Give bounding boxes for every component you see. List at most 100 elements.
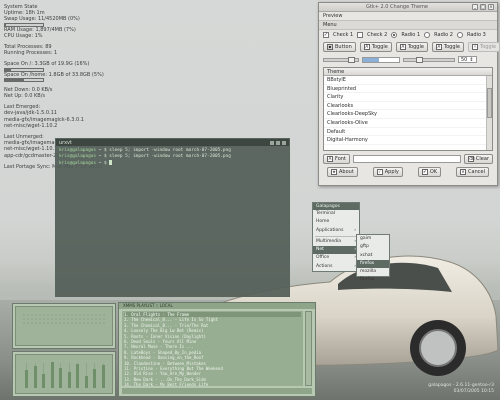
menu-bar-item[interactable]: Menu	[319, 20, 497, 30]
eq-slider[interactable]	[42, 374, 45, 388]
maximize-icon[interactable]: □	[480, 4, 486, 10]
check-1-label[interactable]: Check 1	[333, 32, 353, 38]
check-2-label[interactable]: Check 2	[367, 32, 387, 38]
eq-slider[interactable]	[59, 368, 62, 388]
terminal-window[interactable]: urxvt kris@galapagos ~ $ sleep 5; import…	[55, 138, 290, 297]
playlist-title[interactable]: XMMS PLAYLIST :: LOCAL	[119, 303, 315, 309]
host-info: galapagos - 2.6.11-gentoo-r3 03/07/2005 …	[428, 383, 494, 395]
radio-2-label[interactable]: Radio 2	[434, 32, 453, 38]
equalizer-panel	[15, 354, 113, 394]
toggle-button-4[interactable]: A Toggle	[467, 42, 500, 52]
sample-button[interactable]: ▣ Button	[323, 42, 356, 52]
letter-a-icon: A	[363, 44, 370, 50]
slider-knob[interactable]	[348, 56, 355, 63]
radio-3-label[interactable]: Radio 3	[467, 32, 486, 38]
window-titlebar[interactable]: Gtk+ 2.0 Change Theme _ □ ×	[319, 3, 497, 12]
theme-column-header[interactable]: Theme	[324, 68, 492, 76]
submenu-item[interactable]: gftp	[357, 243, 389, 251]
submenu-item[interactable]: mozilla firefox	[357, 268, 389, 282]
theme-list[interactable]: Theme BBstylE Blueprinted Clarity Clearlook…	[323, 67, 493, 151]
root-menu-item-label: Office	[316, 255, 330, 261]
root-menu-item[interactable]: Home	[313, 218, 359, 226]
submenu-item[interactable]: firefox	[357, 259, 389, 269]
close-icon[interactable]	[282, 140, 286, 145]
minimize-icon[interactable]: _	[472, 4, 478, 10]
apply-button[interactable]: ✓ Apply	[372, 167, 403, 177]
eq-slider[interactable]	[33, 366, 37, 388]
theme-list-item[interactable]: Clearlooks-Olive	[324, 119, 492, 128]
scrollbar-thumb[interactable]	[487, 88, 492, 118]
tab-preview[interactable]: Preview	[319, 12, 497, 20]
spin-button[interactable]: 50 ⇕	[458, 56, 477, 63]
terminal-titlebar[interactable]: urxvt	[56, 139, 289, 146]
font-name-input[interactable]	[352, 155, 461, 163]
radio-1[interactable]	[391, 32, 398, 38]
root-menu-item[interactable]: Actions›	[313, 263, 359, 271]
root-menu: Galapagos Terminal Home Applications › Multi…	[312, 202, 360, 273]
letter-a-icon: A	[471, 44, 478, 50]
root-menu-item[interactable]: Applications ›	[313, 227, 359, 235]
about-button[interactable]: ★ About	[327, 167, 358, 177]
close-icon[interactable]: ×	[488, 4, 494, 10]
net-submenu: gaim gftp xchat firefox mozilla firefox	[356, 234, 390, 282]
eq-slider[interactable]	[101, 365, 105, 388]
terminal-command: ~ $ sleep 5; import -window root march-0…	[98, 154, 231, 159]
radio-3[interactable]	[456, 32, 463, 38]
terminal-output[interactable]: kris@galapagos ~ $ sleep 5; import -wind…	[56, 146, 289, 169]
toggle-button-1[interactable]: A Toggle	[359, 42, 392, 52]
root-menu-item[interactable]: Terminal	[313, 210, 359, 218]
root-menu-item[interactable]: Office›	[313, 254, 359, 262]
eq-slider[interactable]	[84, 376, 88, 388]
theme-list-item[interactable]: Clearlooks	[324, 102, 492, 111]
eq-slider[interactable]	[50, 362, 54, 388]
media-player-main[interactable]	[12, 303, 116, 349]
check-2-box[interactable]	[357, 32, 364, 38]
clear-button[interactable]: ⌫ Clear	[463, 154, 493, 164]
media-player-equalizer[interactable]	[12, 351, 116, 397]
slider-knob[interactable]	[416, 56, 423, 63]
submenu-item[interactable]: xchat	[357, 252, 389, 260]
theme-list-item[interactable]: Digital-Harmony	[324, 136, 492, 145]
theme-list-item[interactable]: Clearlooks-DeepSky	[324, 110, 492, 119]
media-player-playlist[interactable]: XMMS PLAYLIST :: LOCAL 1. Oral Flights -…	[118, 302, 316, 397]
eq-slider[interactable]	[25, 370, 28, 388]
terminal-title: urxvt	[59, 139, 72, 146]
toggle-label: Toggle	[443, 44, 460, 50]
conky-net-up: Net Up: 0.0 KB/s	[4, 93, 46, 100]
horizontal-slider-2[interactable]	[403, 56, 455, 63]
image-icon: ▣	[327, 44, 333, 50]
radio-2[interactable]	[424, 32, 431, 38]
progress-bar	[362, 56, 400, 63]
letter-a-icon: A	[399, 44, 406, 50]
ok-button[interactable]: ✔ OK	[417, 167, 442, 177]
radio-1-label[interactable]: Radio 1	[401, 32, 420, 38]
playlist-controls[interactable]	[122, 388, 312, 394]
eq-slider[interactable]	[67, 372, 71, 388]
playlist-scrollbar[interactable]	[305, 311, 312, 386]
toggle-button-3[interactable]: A Toggle	[431, 42, 464, 52]
toggle-button-2[interactable]: A Toggle	[395, 42, 428, 52]
spin-arrows-icon[interactable]: ⇕	[469, 57, 473, 63]
root-menu-item[interactable]: Multimedia›	[313, 238, 359, 246]
theme-list-item[interactable]: Clarity	[324, 93, 492, 102]
theme-list-item[interactable]: Default	[324, 128, 492, 137]
submenu-item[interactable]: gaim	[357, 235, 389, 243]
theme-list-item[interactable]: BBstylE	[324, 76, 492, 85]
minimize-icon[interactable]	[270, 140, 274, 145]
eq-slider[interactable]	[76, 364, 79, 388]
playlist-item[interactable]: 14. The Dark - My Best Friends Life	[124, 382, 301, 386]
horizontal-slider-1[interactable]	[323, 56, 359, 63]
theme-list-scrollbar[interactable]	[486, 76, 492, 150]
clear-button-label: Clear	[475, 156, 489, 162]
font-icon: A	[327, 156, 333, 162]
cancel-button[interactable]: ✕ Cancel	[456, 167, 489, 177]
theme-list-item[interactable]: Blueprinted	[324, 85, 492, 94]
font-button[interactable]: A Font	[323, 154, 350, 164]
eq-slider[interactable]	[93, 369, 96, 388]
root-menu-item[interactable]: Net›	[313, 246, 359, 255]
check-1-box[interactable]: ✓	[323, 32, 329, 38]
playlist-body[interactable]: 1. Oral Flights - The Frame 2. The Chemic…	[122, 311, 303, 386]
slider-row: 50 ⇕	[319, 54, 497, 65]
root-menu-title: Galapagos	[313, 203, 359, 210]
maximize-icon[interactable]	[276, 140, 280, 145]
